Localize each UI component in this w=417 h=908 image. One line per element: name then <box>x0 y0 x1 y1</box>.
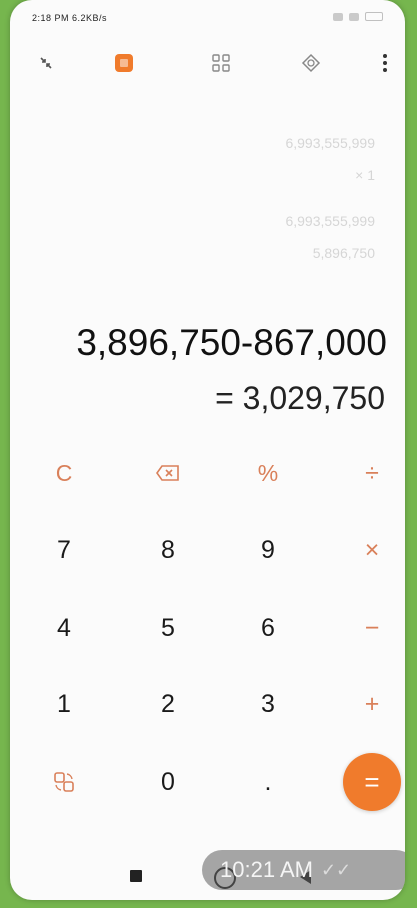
wifi-icon <box>349 12 359 21</box>
digit-9-button[interactable]: 9 <box>233 520 303 580</box>
navigation-bar: 10:21 AM ✓✓ <box>10 850 405 900</box>
recent-apps-icon[interactable] <box>130 870 142 882</box>
backspace-button[interactable] <box>133 443 203 503</box>
history-line: 5,896,750 <box>312 245 375 261</box>
switch-mode-button[interactable] <box>29 752 99 812</box>
converter-grid-icon[interactable] <box>203 45 239 81</box>
add-button[interactable]: + <box>337 674 405 734</box>
overlay-time: 10:21 AM <box>220 857 313 882</box>
timestamp-overlay: 10:21 AM ✓✓ <box>202 850 405 890</box>
more-options-icon[interactable] <box>367 45 403 81</box>
digit-0-button[interactable]: 0 <box>133 752 203 812</box>
toolbar <box>10 45 405 81</box>
calculator-screen: 2:18 PM 6.2KB/s 6,993,555,999 × 1 6,993,… <box>10 0 405 900</box>
digit-3-button[interactable]: 3 <box>233 674 303 734</box>
status-icons <box>333 12 383 21</box>
result-display: = 3,029,750 <box>215 380 385 416</box>
equals-button[interactable]: = <box>343 753 401 811</box>
battery-icon <box>365 12 383 21</box>
collapse-icon[interactable] <box>28 45 64 81</box>
subtract-button[interactable]: − <box>337 598 405 658</box>
status-time: 2:18 PM 6.2KB/s <box>32 13 108 23</box>
history-line: 6,993,555,999 <box>285 213 375 229</box>
expression-display: 3,896,750-867,000 <box>76 322 387 363</box>
digit-8-button[interactable]: 8 <box>133 520 203 580</box>
calculator-mode-icon[interactable] <box>106 45 142 81</box>
digit-1-button[interactable]: 1 <box>29 674 99 734</box>
backspace-icon <box>156 465 179 481</box>
decimal-button[interactable]: . <box>233 752 303 812</box>
multiply-button[interactable]: × <box>337 520 405 580</box>
rotate-icon <box>54 772 74 792</box>
divide-button[interactable]: ÷ <box>337 443 405 503</box>
percent-button[interactable]: % <box>233 443 303 503</box>
clear-button[interactable]: C <box>29 443 99 503</box>
gift-icon[interactable] <box>293 45 329 81</box>
history-line: × 1 <box>355 167 375 183</box>
digit-6-button[interactable]: 6 <box>233 598 303 658</box>
digit-5-button[interactable]: 5 <box>133 598 203 658</box>
digit-4-button[interactable]: 4 <box>29 598 99 658</box>
signal-icon <box>333 12 343 21</box>
digit-2-button[interactable]: 2 <box>133 674 203 734</box>
digit-7-button[interactable]: 7 <box>29 520 99 580</box>
status-bar: 2:18 PM 6.2KB/s <box>10 0 405 32</box>
history-line: 6,993,555,999 <box>285 135 375 151</box>
history-list: 6,993,555,999 × 1 6,993,555,999 5,896,75… <box>10 80 405 310</box>
read-ticks-icon: ✓✓ <box>320 859 352 880</box>
